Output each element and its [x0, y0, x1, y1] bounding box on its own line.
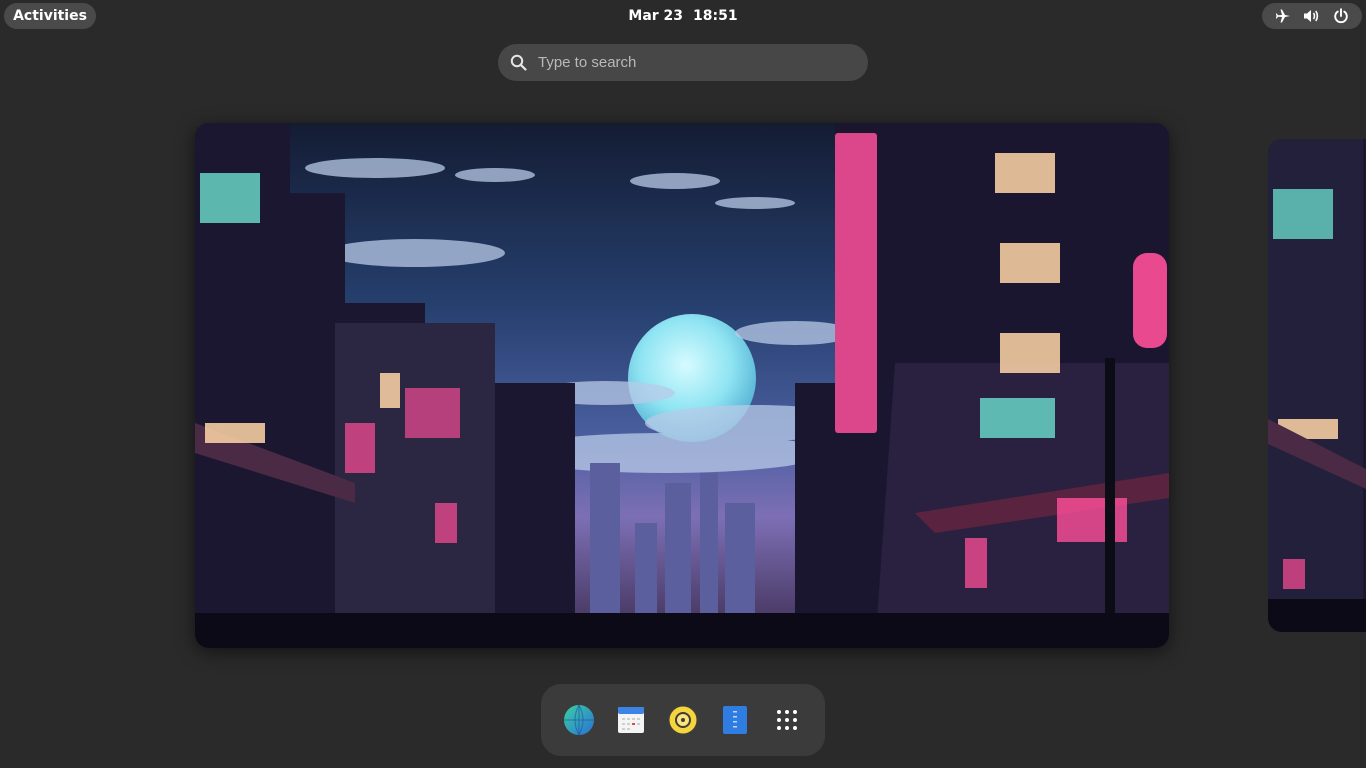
volume-icon[interactable]: [1303, 7, 1321, 25]
dock-item-show-apps[interactable]: [769, 702, 805, 738]
clock-date[interactable]: Mar 23: [628, 8, 683, 24]
workspace-1-thumbnail[interactable]: [195, 123, 1169, 648]
clock[interactable]: Mar 23 18:51: [0, 0, 1366, 32]
airplane-mode-icon[interactable]: [1274, 7, 1292, 25]
dock-item-music[interactable]: [665, 702, 701, 738]
wallpaper-image: [195, 123, 1169, 648]
dock-item-browser[interactable]: [561, 702, 597, 738]
clock-time[interactable]: 18:51: [693, 8, 738, 24]
music-player-icon: [667, 704, 699, 736]
power-icon[interactable]: [1332, 7, 1350, 25]
search-bar[interactable]: [498, 44, 868, 81]
dock-item-calendar[interactable]: [613, 702, 649, 738]
search-icon: [510, 54, 527, 71]
app-grid-icon: [777, 710, 797, 730]
dock-item-text-editor[interactable]: [717, 702, 753, 738]
activities-button[interactable]: Activities: [4, 3, 96, 29]
text-editor-icon: [723, 706, 747, 734]
search-input[interactable]: [538, 54, 848, 71]
dock: [541, 684, 825, 756]
top-bar: Activities Mar 23 18:51: [0, 0, 1366, 32]
workspace-2-thumbnail[interactable]: [1268, 139, 1366, 632]
wallpaper-image-2: [1268, 139, 1366, 632]
calendar-icon: [618, 707, 644, 733]
system-tray[interactable]: [1262, 3, 1362, 29]
web-browser-icon: [564, 704, 594, 736]
